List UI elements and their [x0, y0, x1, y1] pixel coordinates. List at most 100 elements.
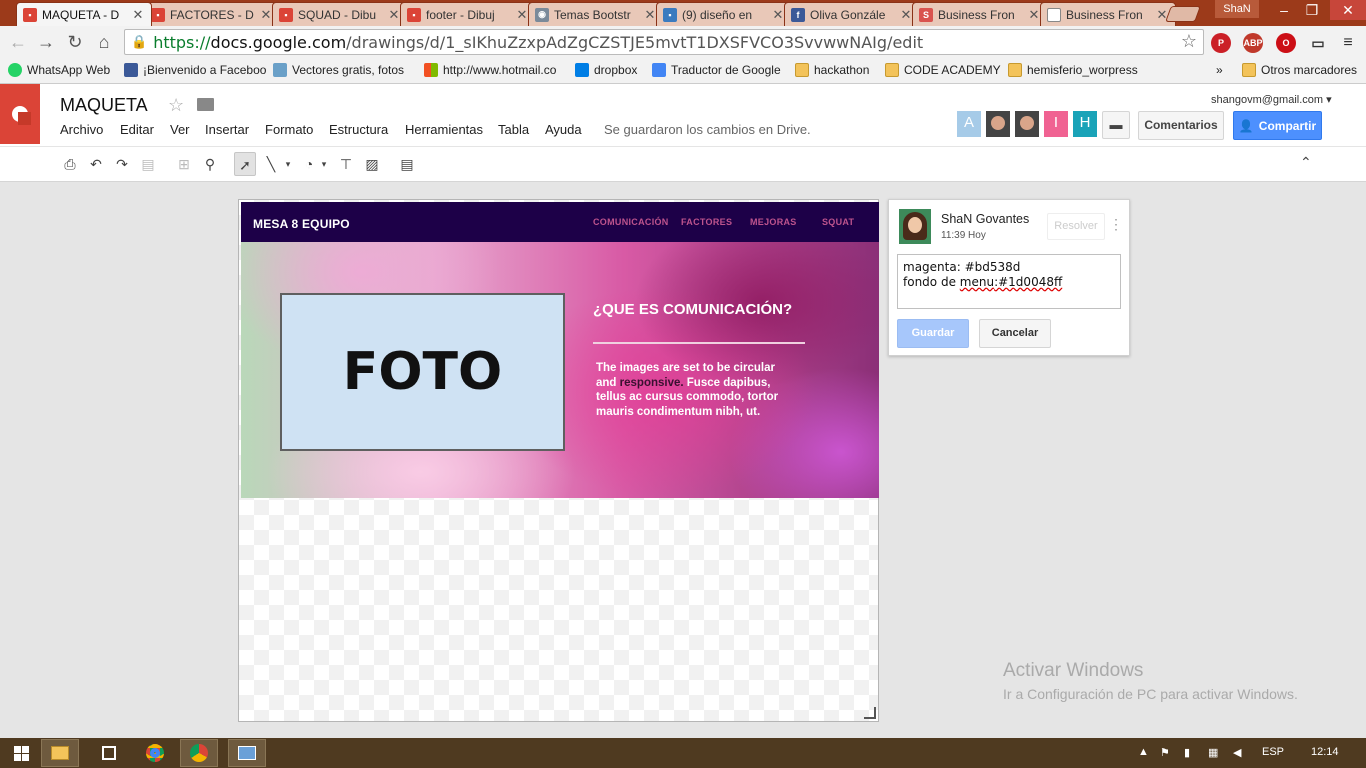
shape-icon[interactable]: ◔	[298, 152, 320, 176]
line-icon[interactable]: ╲	[260, 152, 282, 176]
cast-icon[interactable]: ▭	[1308, 33, 1328, 53]
bookmarks-overflow-icon[interactable]: »	[1216, 63, 1223, 77]
chevron-down-icon[interactable]: ▾	[318, 152, 330, 176]
tab-squad[interactable]: ▪ SQUAD - Dibu ✕	[272, 2, 408, 26]
close-icon[interactable]: ✕	[387, 7, 401, 23]
menu-formato[interactable]: Formato	[265, 122, 313, 137]
menu-herramientas[interactable]: Herramientas	[405, 122, 483, 137]
new-tab-button[interactable]	[1165, 6, 1201, 22]
menu-insertar[interactable]: Insertar	[205, 122, 249, 137]
app-window-icon[interactable]	[228, 739, 266, 767]
more-options-icon[interactable]: ⋮	[1109, 216, 1123, 233]
tab-oliva[interactable]: f Oliva Gonzále ✕	[784, 2, 920, 26]
bookmark-hackathon[interactable]: hackathon	[795, 63, 869, 77]
select-icon[interactable]: ➚	[234, 152, 256, 176]
minimize-icon[interactable]: –	[1270, 0, 1298, 20]
bookmark-whatsapp[interactable]: WhatsApp Web	[8, 63, 110, 77]
close-icon[interactable]: ✕	[131, 7, 145, 23]
paint-format-icon[interactable]: ▤	[137, 152, 159, 176]
chrome-icon[interactable]	[136, 739, 174, 767]
address-bar[interactable]: 🔒 https:// docs.google.com /drawings/d/1…	[124, 29, 1204, 55]
close-icon[interactable]: ✕	[1027, 7, 1041, 23]
tab-temas-bootstrap[interactable]: ◉ Temas Bootstr ✕	[528, 2, 664, 26]
flag-icon[interactable]: ⚑	[1160, 746, 1170, 759]
tab-factores[interactable]: ▪ FACTORES - D ✕	[144, 2, 280, 26]
bookmark-dropbox[interactable]: dropbox	[575, 63, 637, 77]
save-button[interactable]: Guardar	[897, 319, 969, 348]
zoom-icon[interactable]: ⚲	[199, 152, 221, 176]
chrome-window-icon[interactable]	[180, 739, 218, 767]
document-title[interactable]: MAQUETA	[60, 95, 148, 116]
tab-diseno[interactable]: ▪ (9) diseño en ✕	[656, 2, 792, 26]
collaborator-avatar[interactable]	[986, 111, 1010, 137]
drawings-logo-icon[interactable]	[0, 84, 40, 144]
undo-icon[interactable]: ↶	[85, 152, 107, 176]
volume-icon[interactable]: ◀	[1233, 746, 1241, 759]
window-close-icon[interactable]: ✕	[1330, 0, 1366, 20]
back-icon[interactable]: ←	[6, 30, 30, 54]
collaborator-avatar[interactable]: H	[1073, 111, 1097, 137]
collaborator-avatar[interactable]	[1015, 111, 1039, 137]
bookmark-translate[interactable]: Traductor de Google	[652, 63, 781, 77]
network-icon[interactable]: ▦	[1208, 746, 1218, 759]
reload-icon[interactable]: ↻	[63, 30, 87, 54]
clock[interactable]: 12:14	[1311, 746, 1339, 758]
tray-overflow-icon[interactable]: ▲	[1138, 746, 1149, 758]
menu-estructura[interactable]: Estructura	[329, 122, 388, 137]
tab-business-1[interactable]: S Business Fron ✕	[912, 2, 1048, 26]
collapse-toolbar-icon[interactable]: ⌃	[1300, 154, 1312, 171]
chevron-down-icon[interactable]: ▾	[282, 152, 294, 176]
resolve-button[interactable]: Resolver	[1047, 213, 1105, 240]
account-email[interactable]: shangovm@gmail.com ▾	[1211, 93, 1332, 106]
menu-archivo[interactable]: Archivo	[60, 122, 103, 137]
star-icon[interactable]: ☆	[168, 95, 184, 116]
profile-chip[interactable]: ShaN	[1215, 0, 1259, 18]
close-icon[interactable]: ✕	[515, 7, 529, 23]
start-icon[interactable]	[2, 739, 40, 767]
pinterest-icon[interactable]: P	[1211, 33, 1231, 53]
bookmark-freepik[interactable]: Vectores gratis, fotos	[273, 63, 404, 77]
resize-handle-icon[interactable]	[864, 707, 876, 719]
restore-icon[interactable]: ❐	[1298, 0, 1326, 20]
website-mockup[interactable]: MESA 8 EQUIPO COMUNICACIÓN FACTORES MEJO…	[241, 202, 879, 498]
bookmark-code-academy[interactable]: CODE ACADEMY	[885, 63, 1001, 77]
tab-business-2[interactable]: Business Fron ✕	[1040, 2, 1176, 26]
zoom-fit-icon[interactable]: ⊞	[173, 152, 195, 176]
drawing-canvas[interactable]: MESA 8 EQUIPO COMUNICACIÓN FACTORES MEJO…	[238, 199, 879, 722]
forward-icon[interactable]: →	[34, 30, 58, 54]
cancel-button[interactable]: Cancelar	[979, 319, 1051, 348]
tab-maqueta[interactable]: ▪ MAQUETA - D ✕	[16, 2, 152, 26]
bookmark-hemisferio[interactable]: hemisferio_worpress	[1008, 63, 1138, 77]
comments-button[interactable]: Comentarios	[1138, 111, 1224, 140]
file-explorer-icon[interactable]	[41, 739, 79, 767]
menu-icon[interactable]: ≡	[1338, 33, 1358, 53]
comment-icon[interactable]: ▤	[396, 152, 418, 176]
opera-icon[interactable]: O	[1276, 33, 1296, 53]
text-box-icon[interactable]: ⊤	[335, 152, 357, 176]
redo-icon[interactable]: ↷	[111, 152, 133, 176]
collaborator-avatar[interactable]: A	[957, 111, 981, 137]
close-icon[interactable]: ✕	[259, 7, 273, 23]
close-icon[interactable]: ✕	[771, 7, 785, 23]
adblock-icon[interactable]: ABP	[1243, 33, 1263, 53]
folder-icon[interactable]	[197, 98, 214, 111]
store-icon[interactable]	[90, 739, 128, 767]
share-button[interactable]: 👤 Compartir	[1233, 111, 1322, 140]
bookmark-facebook[interactable]: ¡Bienvenido a Faceboo	[124, 63, 266, 77]
battery-icon[interactable]: ▮	[1184, 746, 1190, 759]
menu-ayuda[interactable]: Ayuda	[545, 122, 582, 137]
close-icon[interactable]: ✕	[899, 7, 913, 23]
collaborator-avatar[interactable]: I	[1044, 111, 1068, 137]
image-icon[interactable]: ▨	[361, 152, 383, 176]
home-icon[interactable]: ⌂	[92, 30, 116, 54]
bookmark-hotmail[interactable]: http://www.hotmail.co	[424, 63, 556, 77]
menu-ver[interactable]: Ver	[170, 122, 190, 137]
menu-tabla[interactable]: Tabla	[498, 122, 529, 137]
chat-icon[interactable]: ▬	[1102, 111, 1130, 139]
close-icon[interactable]: ✕	[643, 7, 657, 23]
comment-textarea[interactable]: magenta: #bd538d fondo de menu:#1d0048ff	[897, 254, 1121, 309]
print-icon[interactable]: ⎙	[59, 152, 81, 176]
bookmark-star-icon[interactable]: ☆	[1181, 31, 1197, 52]
language-indicator[interactable]: ESP	[1262, 746, 1284, 758]
bookmark-other[interactable]: Otros marcadores	[1242, 63, 1357, 77]
